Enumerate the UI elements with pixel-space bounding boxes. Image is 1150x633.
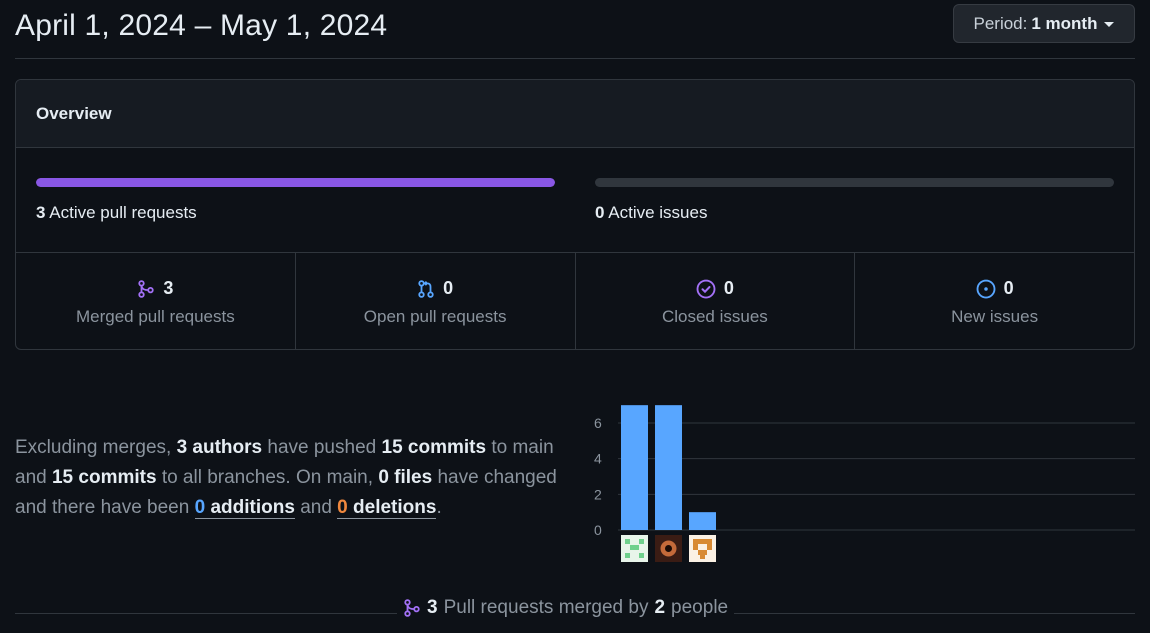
y-tick-label: 0 [594,522,602,538]
stat-value: 3 [163,278,174,298]
caret-down-icon [1104,22,1115,27]
chart-bar[interactable] [655,405,682,530]
commit-summary: Excluding merges, 3 authors have pushed … [15,433,575,523]
stat-merged-prs[interactable]: 3 Merged pull requests [16,253,296,349]
page-title: April 1, 2024 – May 1, 2024 [15,9,388,42]
active-issues-summary[interactable]: 0 Active issues [595,178,1114,223]
overview-title: Overview [36,103,112,123]
active-pr-count: 3 [36,203,46,222]
stat-closed-issues[interactable]: 0 Closed issues [576,253,856,349]
avatar-orange-identicon[interactable] [689,535,716,562]
chart-bar[interactable] [621,405,648,530]
stat-value: 0 [1003,278,1014,298]
overview-stats: 3 Merged pull requests 0 Open pull reque… [16,253,1134,349]
overview-header: Overview [16,80,1134,148]
avatar-green-identicon[interactable] [621,535,648,562]
additions-label: additions [210,497,295,518]
stat-value: 0 [723,278,734,298]
y-tick-label: 2 [594,486,602,502]
active-pr-summary[interactable]: 3 Active pull requests [36,178,555,223]
deletions-label: deletions [353,497,437,518]
active-issues-count: 0 [595,203,605,222]
deletions-link[interactable]: 0 deletions [337,497,437,519]
stat-label: New issues [951,307,1039,326]
active-issues-progress-bar [595,178,1114,187]
stat-label: Open pull requests [363,307,507,326]
active-issues-label: Active issues [608,203,708,222]
active-pr-progress-bar [36,178,555,187]
closed-issue-icon [696,279,716,298]
active-pr-progress-fill [36,178,555,187]
commits-by-author-chart: 0 2 4 6 [594,405,1135,562]
stat-open-prs[interactable]: 0 Open pull requests [296,253,576,349]
merged-pr-icon [138,279,155,298]
overview-panel: Overview 3 Active pull requests 0 Active… [15,79,1135,350]
additions-link[interactable]: 0 additions [194,497,295,519]
additions-count: 0 [194,497,206,518]
commits-main-count: 15 commits [381,437,487,458]
merged-pr-footer[interactable]: 3 Pull requests merged by 2 people [397,597,735,619]
period-label: Period: [973,13,1028,33]
new-issue-icon [976,279,996,298]
footer-text: Pull requests merged by [443,597,649,618]
summary-text: Excluding merges, [15,437,172,458]
people-count: 2 [654,597,666,618]
merged-pr-icon [404,599,420,617]
stat-label: Merged pull requests [75,307,235,326]
summary-text: have pushed [267,437,377,458]
header: April 1, 2024 – May 1, 2024 Period: 1 mo… [15,0,1135,59]
y-tick-label: 6 [594,415,602,431]
summary-text: . [436,497,442,518]
active-pr-label: Active pull requests [49,203,197,222]
summary-text: to all branches. On main, [161,467,374,488]
period-value: 1 month [1031,13,1098,33]
period-dropdown-button[interactable]: Period: 1 month [953,4,1135,43]
stat-label: Closed issues [661,307,768,326]
files-count: 0 files [378,467,433,488]
chart-bar[interactable] [689,512,716,530]
stat-new-issues[interactable]: 0 New issues [855,253,1134,349]
summary-text: and [300,497,332,518]
overview-bars: 3 Active pull requests 0 Active issues [16,148,1134,253]
merged-pr-count: 3 [427,597,438,618]
authors-count: 3 authors [176,437,263,458]
avatar-eye-photo[interactable] [655,535,682,562]
y-tick-label: 4 [594,451,602,467]
commits-all-count: 15 commits [51,467,157,488]
footer-text: people [671,597,729,618]
deletions-count: 0 [337,497,348,518]
stat-value: 0 [443,278,454,298]
open-pr-icon [418,279,434,298]
